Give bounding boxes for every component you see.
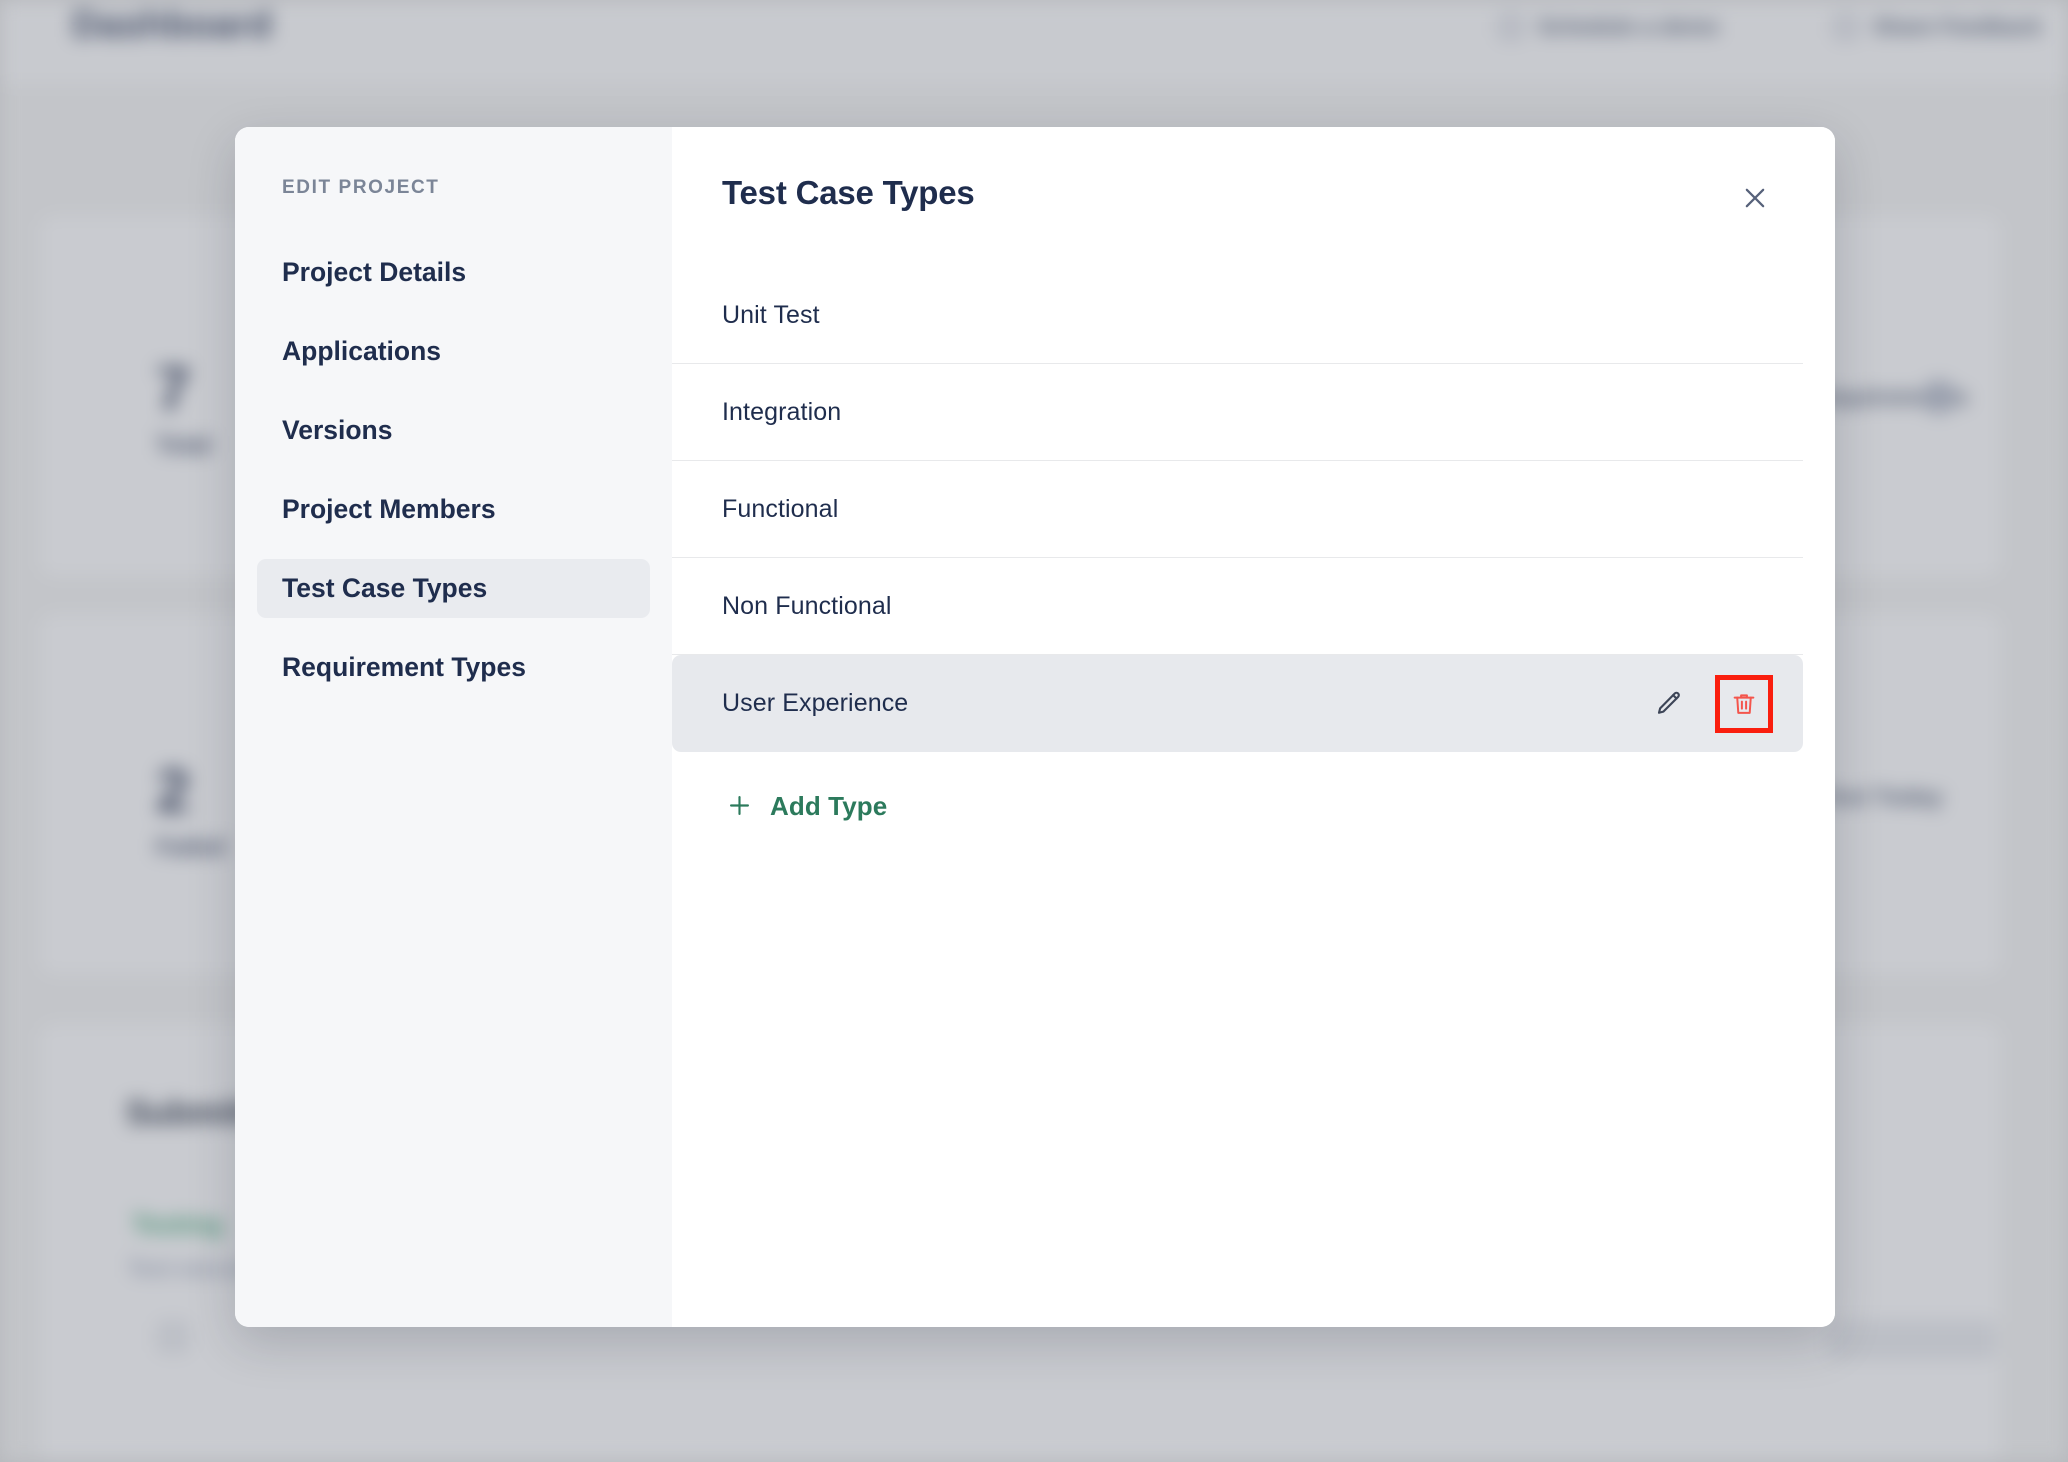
background-green-label: Testing [132,1209,223,1239]
sidebar-item-label: Applications [282,336,442,366]
delete-button-highlight [1715,674,1773,733]
sidebar-item-label: Project Members [282,494,496,524]
background-pill [156,1320,190,1354]
background-pill [1828,1320,1996,1360]
background-share-feedback-label: Share Feedback [1873,14,2042,39]
close-icon[interactable] [1735,178,1775,218]
page-title: Test Case Types [722,174,975,211]
modal-sidebar: EDIT PROJECT Project Details Application… [235,127,672,1327]
background-stat-label: Total [156,432,212,459]
background-stat-value: 2 [156,757,191,826]
background-avatar [1922,380,1956,414]
trash-icon[interactable] [1724,684,1764,724]
feedback-icon [1835,16,1857,38]
list-item[interactable]: Unit Test [672,267,1803,364]
type-name: User Experience [722,689,909,717]
background-page-title: Dashboard [72,4,273,46]
background-schedule-demo-label: Schedule a demo [1538,14,1719,39]
background-stat-value: 7 [156,355,191,424]
sidebar-item-label: Requirement Types [282,652,526,682]
background-share-feedback-button: Share Feedback [1835,14,2042,40]
list-item-selected[interactable]: User Experience [672,655,1803,752]
type-name: Functional [722,495,839,523]
pencil-icon[interactable] [1649,684,1689,724]
edit-project-modal: EDIT PROJECT Project Details Application… [235,127,1835,1327]
sidebar-item-applications[interactable]: Applications [257,322,650,381]
add-type-label: Add Type [770,791,888,821]
add-type-button[interactable]: Add Type [722,785,891,828]
sidebar-item-project-members[interactable]: Project Members [257,480,650,539]
sidebar-item-label: Versions [282,415,393,445]
type-name: Non Functional [722,592,892,620]
type-name: Integration [722,398,842,426]
test-case-type-list: Unit Test Integration Functional Non Fun… [672,267,1835,752]
plus-icon [726,792,753,822]
background-schedule-demo-button: Schedule a demo [1500,14,1719,40]
modal-header: Test Case Types [672,127,1835,218]
sidebar-heading: EDIT PROJECT [282,177,440,198]
list-item[interactable]: Functional [672,461,1803,558]
modal-content: Test Case Types Unit Test Integration Fu… [672,127,1835,1327]
sidebar-item-requirement-types[interactable]: Requirement Types [257,638,650,697]
sidebar-item-versions[interactable]: Versions [257,401,650,460]
background-topbar: Dashboard Schedule a demo Share Feedback [0,0,2068,84]
type-name: Unit Test [722,301,820,329]
sidebar-item-test-case-types[interactable]: Test Case Types [257,559,650,618]
background-stat-label: Failed [156,834,226,861]
list-item[interactable]: Integration [672,364,1803,461]
sidebar-item-label: Project Details [282,257,467,287]
sidebar-item-project-details[interactable]: Project Details [257,243,650,302]
sidebar-nav: Project Details Applications Versions Pr… [235,243,672,697]
row-actions [1649,674,1779,733]
background-right-label: Test Today [1820,784,1944,811]
sidebar-item-label: Test Case Types [282,573,488,603]
calendar-icon [1500,16,1522,38]
list-item[interactable]: Non Functional [672,558,1803,655]
